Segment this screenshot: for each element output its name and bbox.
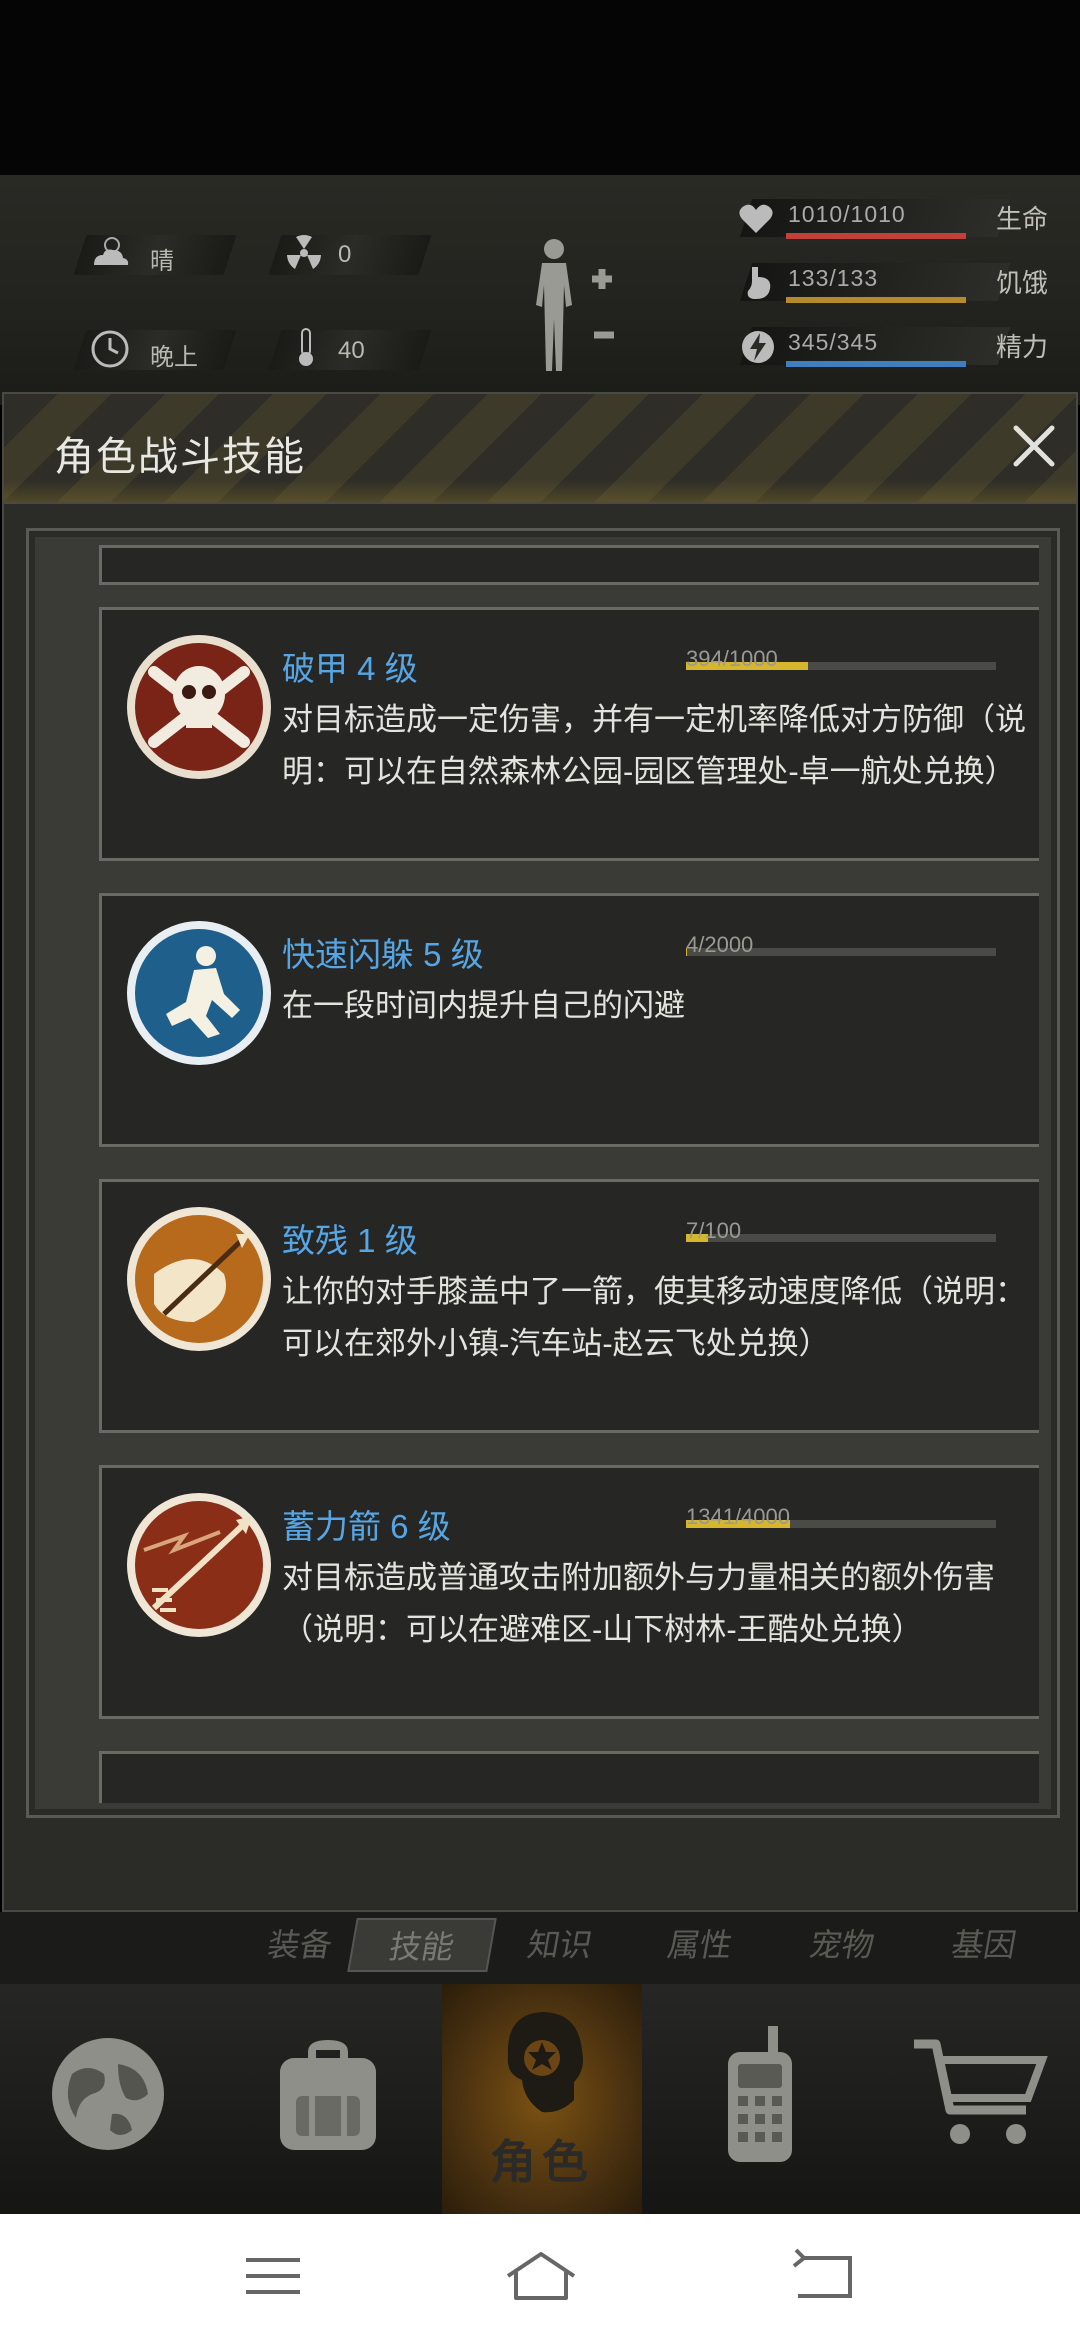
weather-cloud-icon bbox=[94, 237, 129, 265]
list-item-partial-top bbox=[99, 545, 1039, 585]
bottom-navigation: 角色 bbox=[0, 1984, 1080, 2214]
health-label: 生命 bbox=[996, 204, 1049, 234]
character-subtabs: 装备 技能 知识 属性 宠物 基因 bbox=[0, 1912, 1080, 1984]
nav-shop[interactable] bbox=[880, 1984, 1080, 2214]
home-icon[interactable] bbox=[496, 2236, 586, 2316]
character-icon bbox=[507, 2012, 583, 2113]
time-of-day-label: 晚上 bbox=[150, 344, 198, 371]
thermometer-icon bbox=[299, 328, 313, 366]
dodge-figure-icon bbox=[127, 921, 271, 1065]
status-hud: 晴 0 晚上 40 1010/1010 生命 133/133 饥饿 345/34… bbox=[0, 175, 1080, 405]
energy-bar bbox=[786, 361, 966, 367]
energy-stat: 345/345 精力 bbox=[730, 325, 1080, 371]
weather-label: 晴 bbox=[150, 248, 174, 275]
system-navigation-bar bbox=[0, 2214, 1080, 2340]
skill-list-frame: 破甲 4 级 394/1000 对目标造成一定伤害，并有一定机率降低对方防御（说… bbox=[26, 528, 1060, 1818]
skill-description: 在一段时间内提升自己的闪避 bbox=[282, 988, 685, 1023]
skill-description: 让你的对手膝盖中了一箭，使其移动速度降低（说明：可以在郊外小镇-汽车站-赵云飞处… bbox=[282, 1274, 1026, 1361]
nav-radio[interactable] bbox=[660, 1984, 860, 2214]
skill-progress-text: 394/1000 bbox=[686, 646, 778, 671]
skull-crossbones-icon bbox=[127, 635, 271, 779]
skill-list[interactable]: 破甲 4 级 394/1000 对目标造成一定伤害，并有一定机率降低对方防御（说… bbox=[53, 545, 1039, 1803]
skill-card-armor-break[interactable]: 破甲 4 级 394/1000 对目标造成一定伤害，并有一定机率降低对方防御（说… bbox=[99, 607, 1039, 861]
energy-label: 精力 bbox=[996, 332, 1049, 362]
subtab-knowledge[interactable]: 知识 bbox=[485, 1918, 635, 1972]
hunger-label: 饥饿 bbox=[996, 268, 1049, 298]
radio-icon bbox=[728, 2026, 792, 2162]
panel-header: 角色战斗技能 bbox=[4, 394, 1076, 504]
back-icon[interactable] bbox=[776, 2236, 866, 2316]
clock-icon bbox=[91, 330, 129, 368]
globe-icon bbox=[52, 2038, 164, 2150]
hunger-stat: 133/133 饥饿 bbox=[730, 261, 1080, 307]
menu-icon[interactable] bbox=[228, 2236, 318, 2316]
skill-description: 对目标造成一定伤害，并有一定机率降低对方防御（说明：可以在自然森林公园-园区管理… bbox=[282, 702, 1026, 789]
panel-title: 角色战斗技能 bbox=[54, 435, 306, 479]
skill-progress-text: 1341/4000 bbox=[686, 1504, 790, 1529]
skill-name: 破甲 4 级 bbox=[282, 650, 418, 687]
body-figure-icon[interactable] bbox=[520, 235, 640, 375]
nav-world-map[interactable] bbox=[8, 1984, 208, 2214]
nav-character-label: 角色 bbox=[490, 2136, 594, 2188]
lightning-icon bbox=[742, 331, 774, 363]
close-icon[interactable] bbox=[1004, 416, 1064, 476]
charged-arrow-icon bbox=[127, 1493, 271, 1637]
nav-backpack[interactable] bbox=[228, 1984, 428, 2214]
health-stat: 1010/1010 生命 bbox=[730, 197, 1080, 243]
health-value: 1010/1010 bbox=[788, 201, 906, 227]
stomach-icon bbox=[747, 267, 771, 299]
skill-name: 致残 1 级 bbox=[282, 1222, 418, 1259]
list-item-partial-bottom bbox=[99, 1751, 1039, 1803]
top-blank-area bbox=[0, 0, 1080, 175]
skill-card-charged-arrow[interactable]: 蓄力箭 6 级 1341/4000 对目标造成普通攻击附加额外与力量相关的额外伤… bbox=[99, 1465, 1039, 1719]
subtab-skills[interactable]: 技能 bbox=[347, 1918, 497, 1972]
skill-description: 对目标造成普通攻击附加额外与力量相关的额外伤害（说明：可以在避难区-山下树林-王… bbox=[282, 1560, 995, 1647]
skill-card-quick-dodge[interactable]: 快速闪躲 5 级 4/2000 在一段时间内提升自己的闪避 bbox=[99, 893, 1039, 1147]
subtab-genes[interactable]: 基因 bbox=[909, 1918, 1059, 1972]
radiation-icon bbox=[287, 235, 321, 269]
heart-icon bbox=[739, 204, 773, 233]
backpack-icon bbox=[280, 2040, 376, 2150]
nav-character[interactable]: 角色 bbox=[442, 1984, 642, 2214]
skill-name: 蓄力箭 6 级 bbox=[282, 1508, 451, 1545]
hunger-value: 133/133 bbox=[788, 265, 879, 291]
skill-name: 快速闪躲 5 级 bbox=[282, 936, 484, 973]
hunger-bar bbox=[786, 297, 966, 303]
subtab-pets[interactable]: 宠物 bbox=[767, 1918, 917, 1972]
combat-skills-panel: 角色战斗技能 破甲 4 级 394/1000 对目标造成一定伤害，并有一定机率降… bbox=[2, 392, 1080, 2090]
subtab-attributes[interactable]: 属性 bbox=[625, 1918, 775, 1972]
skill-card-cripple[interactable]: 致残 1 级 7/100 让你的对手膝盖中了一箭，使其移动速度降低（说明：可以在… bbox=[99, 1179, 1039, 1433]
skill-progress-text: 4/2000 bbox=[686, 932, 754, 957]
skill-progress-text: 7/100 bbox=[686, 1218, 742, 1243]
temperature-value: 40 bbox=[338, 337, 365, 364]
energy-value: 345/345 bbox=[788, 329, 879, 355]
arrow-in-knee-icon bbox=[127, 1207, 271, 1351]
radiation-value: 0 bbox=[338, 241, 352, 268]
health-bar bbox=[786, 233, 966, 239]
cart-icon bbox=[914, 2039, 1048, 2144]
